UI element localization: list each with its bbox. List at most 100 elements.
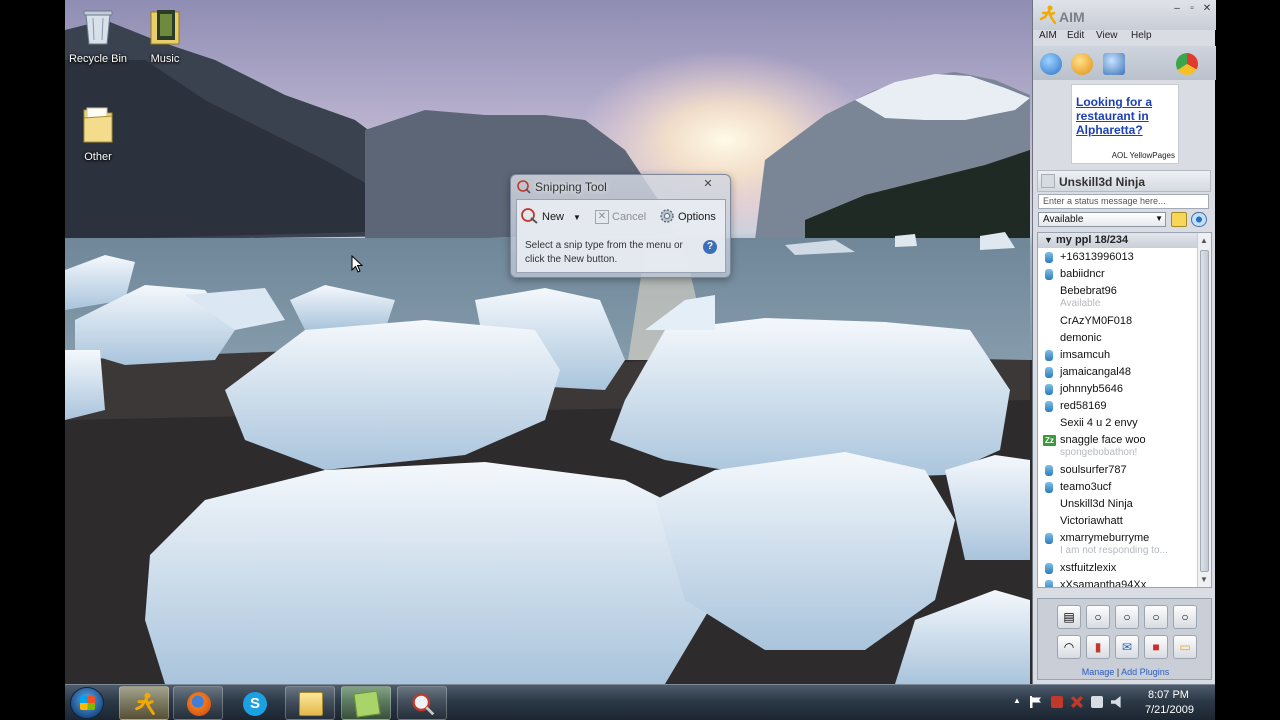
buddy-row[interactable]: Victoriawhatt: [1038, 513, 1198, 530]
network-disconnected-icon[interactable]: [1071, 696, 1083, 708]
buddy-row[interactable]: xstfuitzlexix: [1038, 560, 1198, 577]
buddy-row[interactable]: Unskill3d Ninja: [1038, 496, 1198, 513]
desktop-icon-other[interactable]: Other: [65, 104, 134, 163]
aim-running-man-icon: [1039, 5, 1057, 30]
buddy-group-header[interactable]: ▼ my ppl 18/234: [1038, 233, 1197, 248]
buddy-name: +16313996013: [1060, 251, 1134, 263]
snipping-tool-window[interactable]: Snipping Tool ✕ New ▼ ✕ Cancel Options S…: [510, 174, 731, 278]
buddy-row[interactable]: +16313996013: [1038, 249, 1198, 266]
empty-plugin-slot-icon[interactable]: ○: [1086, 605, 1110, 629]
buddy-name: jamaicangal48: [1060, 366, 1131, 378]
chevron-down-icon[interactable]: ▼: [573, 213, 581, 222]
buddy-row[interactable]: Bebebrat96 Available: [1038, 283, 1198, 313]
buddy-row[interactable]: johnnyb5646: [1038, 381, 1198, 398]
availability-value: Available: [1043, 214, 1084, 225]
aim-window[interactable]: AIM – ▫ ✕ AIM Edit View Help Looking for…: [1032, 0, 1216, 684]
scroll-up-icon[interactable]: ▲: [1200, 236, 1208, 245]
clock-time[interactable]: 8:07 PM: [1148, 689, 1189, 701]
add-buddy-icon[interactable]: [1071, 53, 1093, 75]
menu-view[interactable]: View: [1096, 30, 1118, 41]
buddy-row[interactable]: xmarrymeburryme I am not responding to...: [1038, 530, 1198, 560]
buddy-row[interactable]: babiidncr: [1038, 266, 1198, 283]
clock-date[interactable]: 7/21/2009: [1145, 704, 1194, 716]
options-button[interactable]: Options: [659, 207, 716, 227]
buddy-row[interactable]: teamo3ucf: [1038, 479, 1198, 496]
empty-plugin-slot-icon[interactable]: ○: [1173, 605, 1197, 629]
add-plugins-link[interactable]: Add Plugins: [1121, 667, 1169, 677]
desktop-icon-recycle-bin[interactable]: Recycle Bin: [65, 8, 134, 65]
buddy-row[interactable]: Zz snaggle face woo spongebobathon!: [1038, 432, 1198, 462]
buddy-row[interactable]: imsamcuh: [1038, 347, 1198, 364]
buddy-row[interactable]: Sexii 4 u 2 envy: [1038, 415, 1198, 432]
dice-game-icon[interactable]: ■: [1144, 635, 1168, 659]
taskbar-skype[interactable]: S: [229, 686, 279, 720]
menu-edit[interactable]: Edit: [1067, 30, 1084, 41]
manage-link[interactable]: Manage: [1082, 667, 1115, 677]
scrollbar[interactable]: ▲ ▼: [1197, 233, 1211, 587]
eye-icon[interactable]: [1191, 212, 1207, 227]
scrollbar-thumb[interactable]: [1200, 250, 1209, 572]
buddy-row[interactable]: CrAzYM0F018: [1038, 313, 1198, 330]
menu-help[interactable]: Help: [1131, 30, 1152, 41]
chat-bubble-icon[interactable]: ▭: [1173, 635, 1197, 659]
buddy-row[interactable]: demonic: [1038, 330, 1198, 347]
empty-plugin-slot-icon[interactable]: ○: [1115, 605, 1139, 629]
chrome-ball-icon[interactable]: [1176, 53, 1198, 75]
buddy-row[interactable]: jamaicangal48: [1038, 364, 1198, 381]
desktop-icon-music[interactable]: Music: [129, 8, 201, 65]
taskbar-snipping-tool[interactable]: [397, 686, 447, 720]
home-icon[interactable]: [1103, 53, 1125, 75]
speaker-icon[interactable]: [1111, 696, 1121, 708]
buddy-row[interactable]: xXsamantha94Xx: [1038, 577, 1198, 588]
user-header[interactable]: Unskill3d Ninja: [1037, 170, 1211, 192]
plugin-tray: ▤ ○ ○ ○ ○ ◠ ▮ ✉ ■ ▭ Manage | Add Plugins: [1037, 598, 1212, 680]
letterbox-right: [1215, 0, 1280, 720]
screen-name: Unskill3d Ninja: [1059, 175, 1146, 189]
help-icon[interactable]: ?: [703, 240, 717, 254]
ad-link[interactable]: Looking for a restaurant in Alpharetta?: [1076, 95, 1176, 137]
aim-titlebar[interactable]: AIM – ▫ ✕: [1033, 0, 1216, 30]
maximize-button[interactable]: ▫: [1185, 3, 1199, 15]
taskbar-aim[interactable]: [119, 686, 169, 720]
cancel-button[interactable]: ✕ Cancel: [595, 207, 646, 227]
empty-plugin-slot-icon[interactable]: ○: [1144, 605, 1168, 629]
menu-aim[interactable]: AIM: [1039, 30, 1057, 41]
plugin-links: Manage | Add Plugins: [1038, 667, 1213, 677]
aim-tray-icon[interactable]: [1051, 696, 1063, 708]
buddy-row[interactable]: red58169: [1038, 398, 1198, 415]
headphones-icon[interactable]: ◠: [1057, 635, 1081, 659]
snip-hint-text: Select a snip type from the menu or clic…: [525, 240, 683, 265]
new-snip-button[interactable]: New ▼: [521, 207, 581, 227]
mobile-phone-icon: [1045, 482, 1053, 493]
device-icon[interactable]: [1091, 696, 1103, 708]
mouse-cursor-icon: [351, 255, 363, 273]
close-button[interactable]: ✕: [1200, 3, 1214, 15]
desktop-icon-label: Recycle Bin: [68, 53, 128, 65]
globe-icon[interactable]: [1040, 53, 1062, 75]
status-message-input[interactable]: Enter a status message here...: [1038, 194, 1209, 209]
advertisement[interactable]: Looking for a restaurant in Alpharetta? …: [1071, 84, 1179, 164]
mobile-phone-icon: [1045, 465, 1053, 476]
snipping-tool-icon: [411, 692, 435, 716]
notepad-plugin-icon[interactable]: ▤: [1057, 605, 1081, 629]
notes-icon[interactable]: [1171, 212, 1187, 227]
close-button[interactable]: ✕: [700, 177, 716, 191]
buddy-name: teamo3ucf: [1060, 481, 1112, 493]
start-button[interactable]: [70, 687, 104, 719]
taskbar-sticky-notes[interactable]: [341, 686, 391, 720]
action-center-flag-icon[interactable]: [1030, 696, 1042, 708]
buddy-name: xXsamantha94Xx: [1060, 579, 1147, 588]
show-hidden-icons-icon[interactable]: ▲: [1013, 696, 1025, 708]
recycle-bin-icon: [65, 8, 134, 49]
availability-select[interactable]: Available ▼: [1038, 212, 1166, 227]
buddy-row[interactable]: soulsurfer787: [1038, 462, 1198, 479]
taskbar-firefox[interactable]: [173, 686, 223, 720]
mobile-phone-icon: [1045, 269, 1053, 280]
mobile-phone-icon[interactable]: ▮: [1086, 635, 1110, 659]
buddy-name: demonic: [1060, 332, 1102, 344]
taskbar-explorer[interactable]: [285, 686, 335, 720]
scroll-down-icon[interactable]: ▼: [1200, 575, 1208, 584]
snipping-tool-title: Snipping Tool: [535, 180, 607, 194]
minimize-button[interactable]: –: [1170, 3, 1184, 15]
mail-icon[interactable]: ✉: [1115, 635, 1139, 659]
